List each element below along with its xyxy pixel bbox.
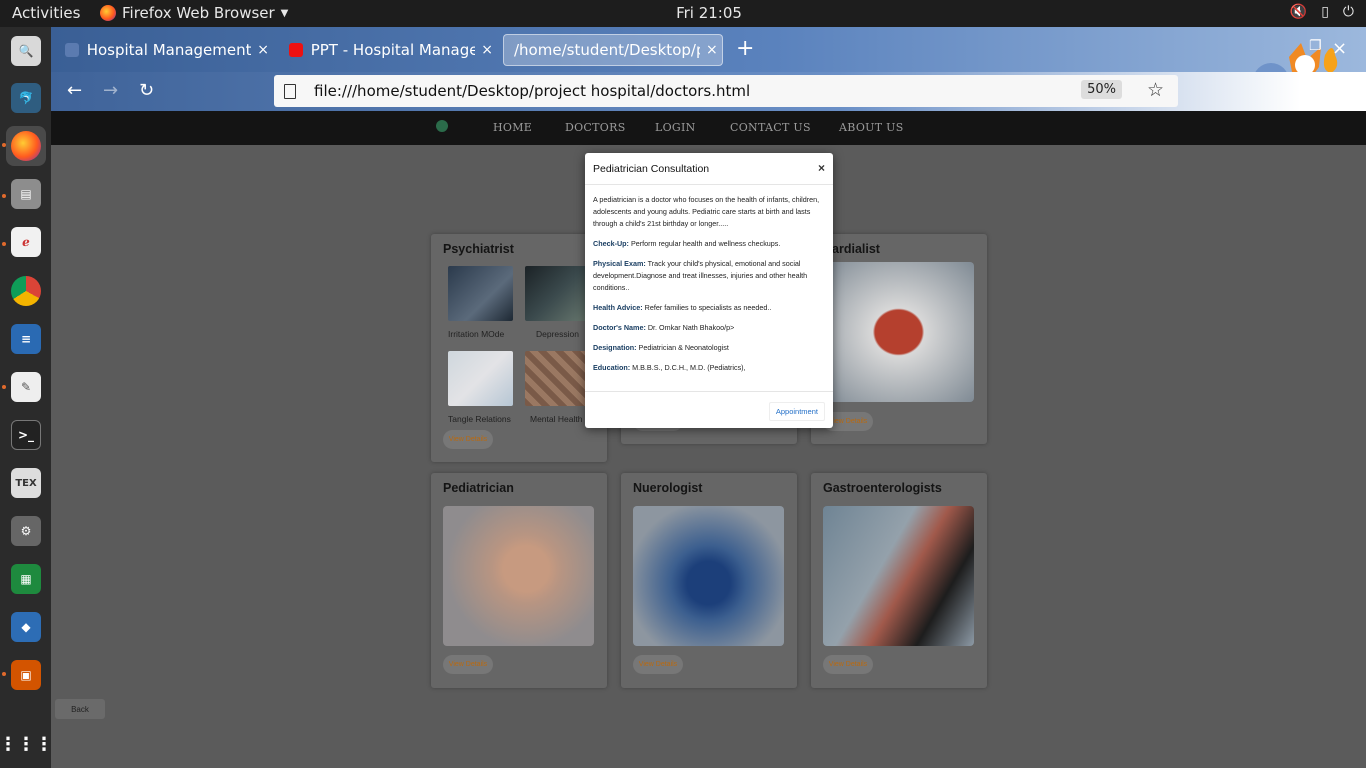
modal-item-checkup: Check-Up: Perform regular health and wel…: [593, 239, 781, 248]
page-icon: [284, 83, 296, 99]
tab-hospital-management[interactable]: Hospital Management Sy ×: [55, 34, 269, 66]
view-details-button[interactable]: View Details: [443, 430, 493, 449]
volume-muted-icon[interactable]: 🔇: [1290, 4, 1307, 20]
power-icon[interactable]: ⏻: [1343, 4, 1354, 20]
settings-icon[interactable]: ⚙: [6, 511, 46, 551]
thumb-mental-health[interactable]: [525, 351, 590, 406]
close-tab-icon[interactable]: ×: [706, 42, 718, 58]
firefox-icon[interactable]: [6, 126, 46, 166]
top-bar: Activities Firefox Web Browser ▼ Fri 21:…: [0, 0, 1366, 27]
virtualbox-icon[interactable]: ◆: [6, 607, 46, 647]
youtube-icon: [289, 43, 303, 57]
modal-header: Pediatrician Consultation ×: [585, 153, 833, 185]
cardialist-photo: [823, 262, 974, 402]
web-page: HOME DOCTORS LOGIN CONTACT US ABOUT US P…: [51, 111, 1366, 768]
tab-bar: Hospital Management Sy × PPT - Hospital …: [51, 27, 1366, 99]
nav-about[interactable]: ABOUT US: [839, 121, 904, 134]
text-editor-icon[interactable]: ✎: [6, 367, 46, 407]
page-favicon-icon: [65, 43, 79, 57]
thumb-irritation[interactable]: [448, 266, 513, 321]
reload-icon[interactable]: ↻: [139, 80, 154, 101]
zoom-indicator[interactable]: 50%: [1081, 80, 1122, 99]
terminal-icon[interactable]: >_: [6, 415, 46, 455]
maximize-button[interactable]: ❐: [1309, 38, 1322, 54]
texmaker-icon[interactable]: TEX: [6, 463, 46, 503]
tab-doctors-file[interactable]: /home/student/Desktop/pro ×: [503, 34, 723, 66]
modal-item-designation: Designation: Pediatrician & Neonatologis…: [593, 343, 729, 352]
appointment-button[interactable]: Appointment: [768, 402, 825, 421]
close-icon[interactable]: ×: [818, 161, 825, 175]
card-cardialist: Cardialist View Details: [811, 234, 987, 444]
calc-icon[interactable]: ▦: [6, 559, 46, 599]
close-tab-icon[interactable]: ×: [257, 42, 269, 58]
pediatrician-photo: [443, 506, 594, 646]
magnifier-app-icon[interactable]: 🔍: [6, 31, 46, 71]
editor-icon[interactable]: ℯ: [6, 222, 46, 262]
view-details-button[interactable]: View Details: [823, 655, 873, 674]
tab-label: PPT - Hospital Manageme: [310, 41, 476, 59]
view-details-button[interactable]: View Details: [443, 655, 493, 674]
forward-arrow-icon[interactable]: →: [103, 80, 118, 101]
dock: 🔍 🐬 ▤ ℯ ≡ ✎ >_ TEX ⚙ ▦ ◆ ▣ ⋮⋮⋮: [0, 27, 53, 768]
site-navbar: HOME DOCTORS LOGIN CONTACT US ABOUT US: [51, 111, 1366, 145]
modal-item-physical-exam: Physical Exam: Track your child's physic…: [593, 259, 808, 292]
new-tab-button[interactable]: +: [736, 36, 754, 61]
back-button[interactable]: Back: [55, 699, 105, 719]
impress-icon[interactable]: ▣: [6, 655, 46, 695]
card-title: Pediatrician: [443, 481, 514, 495]
close-tab-icon[interactable]: ×: [481, 42, 493, 58]
card-title: Psychiatrist: [443, 242, 514, 256]
card-title: Gastroenterologists: [823, 481, 942, 495]
close-window-button[interactable]: ×: [1332, 38, 1347, 59]
modal-footer: Appointment: [585, 391, 833, 428]
modal-intro: A pediatrician is a doctor who focuses o…: [593, 195, 820, 228]
modal-body: A pediatrician is a doctor who focuses o…: [585, 185, 833, 374]
nav-contact[interactable]: CONTACT US: [730, 121, 811, 134]
thumb-caption: Mental Health: [530, 414, 583, 424]
gastro-photo: [823, 506, 974, 646]
view-details-button[interactable]: View Details: [633, 655, 683, 674]
card-gastroenterologists: Gastroenterologists View Details: [811, 473, 987, 688]
system-tray[interactable]: 🔇 ▯ ⏻: [1290, 4, 1354, 20]
thumb-tangle-relations[interactable]: [448, 351, 513, 406]
firefox-window: Hospital Management Sy × PPT - Hospital …: [51, 27, 1366, 768]
battery-icon[interactable]: ▯: [1321, 4, 1329, 20]
modal-item-education: Education: M.B.B.S., D.C.H., M.D. (Pedia…: [593, 363, 746, 372]
dbeaver-icon[interactable]: 🐬: [6, 78, 46, 118]
site-logo[interactable]: [436, 120, 448, 132]
thumb-caption: Depression: [536, 329, 579, 339]
neurologist-photo: [633, 506, 784, 646]
nav-login[interactable]: LOGIN: [655, 121, 696, 134]
modal-item-doctor-name: Doctor's Name: Dr. Omkar Nath Bhakoo/p>: [593, 323, 735, 332]
back-arrow-icon[interactable]: ←: [67, 80, 82, 101]
thumb-depression[interactable]: [525, 266, 590, 321]
modal-title: Pediatrician Consultation: [593, 163, 710, 175]
bookmark-star-icon[interactable]: ☆: [1147, 79, 1164, 101]
thumb-caption: Irritation MOde: [448, 329, 505, 339]
writer-icon[interactable]: ≡: [6, 319, 46, 359]
modal-item-health-advice: Health Advice: Refer families to special…: [593, 303, 772, 312]
nav-toolbar: ← → ↻ file:///home/student/Desktop/proje…: [51, 72, 1366, 111]
card-title: Nuerologist: [633, 481, 703, 495]
tab-label: /home/student/Desktop/pro: [514, 41, 700, 59]
file-manager-icon[interactable]: ▤: [6, 174, 46, 214]
tab-ppt[interactable]: PPT - Hospital Manageme ×: [279, 34, 493, 66]
nav-doctors[interactable]: DOCTORS: [565, 121, 626, 134]
card-pediatrician: Pediatrician View Details: [431, 473, 607, 688]
thumb-caption: Tangle Relations: [448, 414, 511, 424]
clock[interactable]: Fri 21:05: [0, 4, 1366, 22]
tab-label: Hospital Management Sy: [86, 41, 252, 59]
url-text[interactable]: file:///home/student/Desktop/project hos…: [314, 82, 750, 100]
card-neurologist: Nuerologist View Details: [621, 473, 797, 688]
chrome-icon[interactable]: [6, 271, 46, 311]
url-bar[interactable]: file:///home/student/Desktop/project hos…: [274, 75, 1178, 107]
consultation-modal: Pediatrician Consultation × A pediatrici…: [585, 153, 833, 428]
app-grid-icon[interactable]: ⋮⋮⋮: [0, 724, 53, 764]
card-psychiatrist: Psychiatrist Irritation MOde Depression …: [431, 234, 607, 462]
nav-home[interactable]: HOME: [493, 121, 532, 134]
